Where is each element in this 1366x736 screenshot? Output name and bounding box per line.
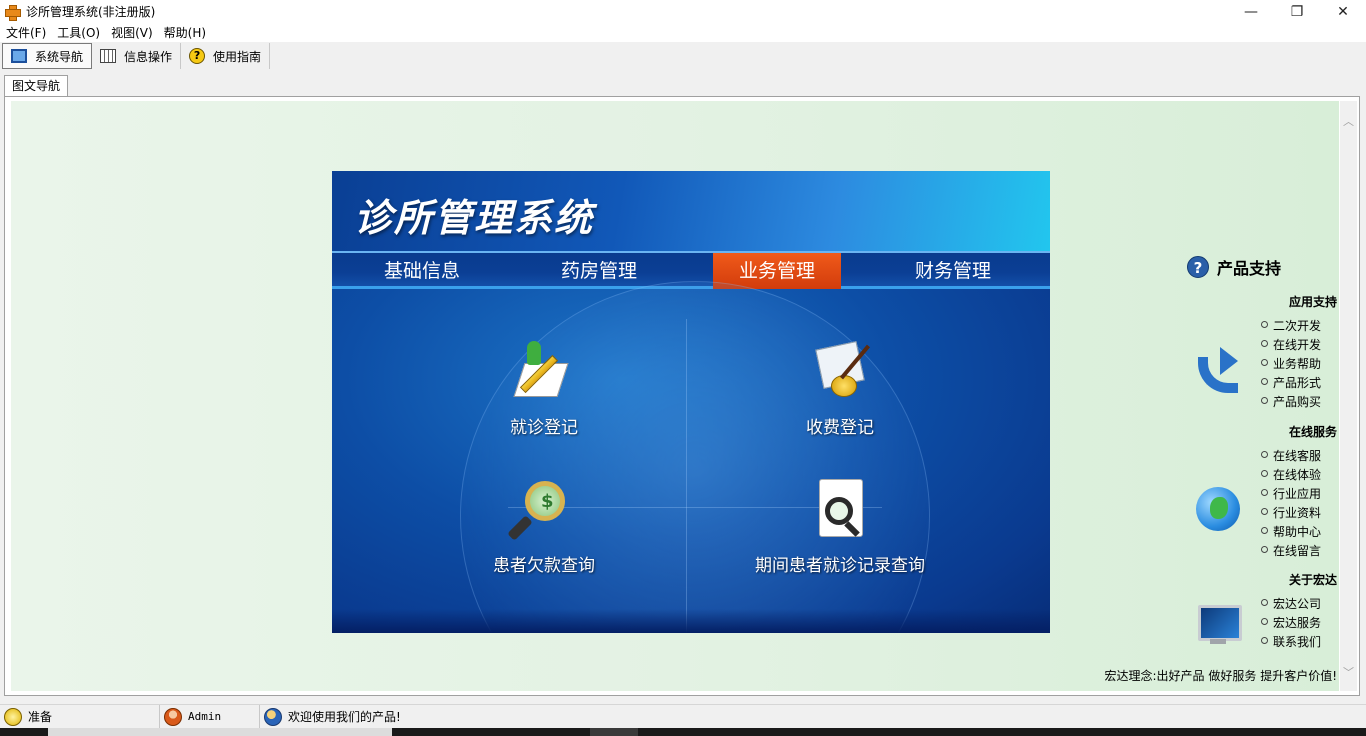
link-secondary-dev[interactable]: 二次开发 [1261,317,1321,336]
company-motto: 宏达理念:出好产品 做好服务 提升客户价值! [1104,669,1337,683]
about-links: 宏达公司 宏达服务 联系我们 [1261,595,1321,652]
status-user-text: Admin [188,710,222,723]
period-record-query-label: 期间患者就诊记录查询 [755,556,925,576]
link-industry-app[interactable]: 行业应用 [1261,485,1321,504]
patient-debt-query-label: 患者欠款查询 [493,556,595,576]
tab-strip: 图文导航 [0,70,1366,96]
system-nav-label: 系统导航 [35,49,84,64]
grid-icon [100,49,117,63]
link-contact[interactable]: 联系我们 [1261,633,1321,652]
banner-header: 诊所管理系统 [332,171,1050,251]
fee-register-label: 收费登记 [806,418,874,438]
banner-title: 诊所管理系统 [354,195,595,240]
window-title: 诊所管理系统(非注册版) [26,5,156,19]
link-online-support[interactable]: 在线客服 [1261,447,1321,466]
section-app-support-title: 应用支持 [1288,295,1337,309]
banner-footer-shade [332,609,1050,633]
register-pencil-icon [513,341,575,403]
monitor-icon [11,49,27,63]
status-bar: 准备 Admin 欢迎使用我们的产品! [0,704,1366,729]
computer-monitor-icon [1196,603,1242,647]
link-product-purchase[interactable]: 产品购买 [1261,393,1321,412]
link-company[interactable]: 宏达公司 [1261,595,1321,614]
globe-icon [1196,487,1240,531]
link-online-trial[interactable]: 在线体验 [1261,466,1321,485]
info-operation-button[interactable]: 信息操作 [92,43,182,69]
close-button[interactable]: ✕ [1320,0,1366,23]
record-search-icon [809,479,871,541]
menu-tools[interactable]: 工具(O) [53,24,107,41]
patient-debt-query-item[interactable]: $ 患者欠款查询 [474,479,614,576]
status-ready-text: 准备 [28,710,53,724]
period-record-query-item[interactable]: 期间患者就诊记录查询 [730,479,950,576]
link-online-message[interactable]: 在线留言 [1261,542,1321,561]
title-bar: 诊所管理系统(非注册版) — ❐ ✕ [0,0,1366,23]
navigation-canvas: 诊所管理系统 基础信息 药房管理 业务管理 财务管理 就诊登记 收费登记 $ 患… [11,101,1339,691]
status-user: Admin [160,704,260,729]
link-service[interactable]: 宏达服务 [1261,614,1321,633]
system-nav-button[interactable]: 系统导航 [2,43,93,69]
help-icon: ? [189,48,206,64]
link-business-help[interactable]: 业务帮助 [1261,355,1321,374]
taskbar-highlight [48,728,392,736]
fee-coins-icon [809,341,871,403]
globe-background [460,281,930,633]
scroll-down-arrow-icon[interactable]: ﹀ [1340,664,1357,681]
link-help-center[interactable]: 帮助中心 [1261,523,1321,542]
user-avatar-icon [164,707,182,726]
menu-view[interactable]: 视图(V) [107,24,160,41]
menu-help[interactable]: 帮助(H) [160,24,213,41]
status-bulb-icon [4,707,22,726]
section-online-service-title: 在线服务 [1288,425,1337,439]
status-welcome: 欢迎使用我们的产品! [260,705,401,729]
question-icon: ? [1187,256,1209,278]
scroll-up-arrow-icon[interactable]: ︿ [1340,113,1357,130]
content-pane: 诊所管理系统 基础信息 药房管理 业务管理 财务管理 就诊登记 收费登记 $ 患… [4,96,1360,696]
window-controls: — ❐ ✕ [1228,0,1366,23]
support-header: ? 产品支持 [1187,255,1281,279]
link-product-form[interactable]: 产品形式 [1261,374,1321,393]
visit-register-label: 就诊登记 [510,418,578,438]
online-service-links: 在线客服 在线体验 行业应用 行业资料 帮助中心 在线留言 [1261,447,1321,561]
menu-file[interactable]: 文件(F) [2,24,53,41]
link-industry-info[interactable]: 行业资料 [1261,504,1321,523]
support-title: 产品支持 [1217,259,1282,278]
visit-register-item[interactable]: 就诊登记 [484,341,604,438]
maximize-button[interactable]: ❐ [1274,0,1320,23]
app-support-links: 二次开发 在线开发 业务帮助 产品形式 产品购买 [1261,317,1321,412]
menu-bar: 文件(F) 工具(O) 视图(V) 帮助(H) [0,23,1366,42]
system-banner-panel: 诊所管理系统 基础信息 药房管理 业务管理 财务管理 就诊登记 收费登记 $ 患… [332,171,1050,633]
info-operation-label: 信息操作 [124,49,173,64]
minimize-button[interactable]: — [1228,0,1274,23]
arrow-icon [1196,345,1240,393]
debt-magnifier-icon: $ [507,479,575,541]
vertical-scrollbar[interactable]: ︿ ﹀ [1340,101,1357,691]
nav-finance[interactable]: 财务管理 [864,253,1042,289]
taskbar-edge [0,728,1366,736]
fee-register-item[interactable]: 收费登记 [780,341,900,438]
user-guide-button[interactable]: ? 使用指南 [181,43,271,69]
section-about-title: 关于宏达 [1288,573,1337,587]
app-cross-icon [4,4,21,21]
link-online-dev[interactable]: 在线开发 [1261,336,1321,355]
taskbar-highlight-2 [590,728,638,736]
tab-graphic-nav[interactable]: 图文导航 [4,75,69,96]
nav-basic-info[interactable]: 基础信息 [332,253,512,289]
user-guide-label: 使用指南 [213,49,262,64]
status-ready: 准备 [0,704,160,729]
status-welcome-text: 欢迎使用我们的产品! [288,710,401,724]
toolbar: 系统导航 信息操作 ? 使用指南 [0,42,1366,70]
users-group-icon [264,707,282,726]
